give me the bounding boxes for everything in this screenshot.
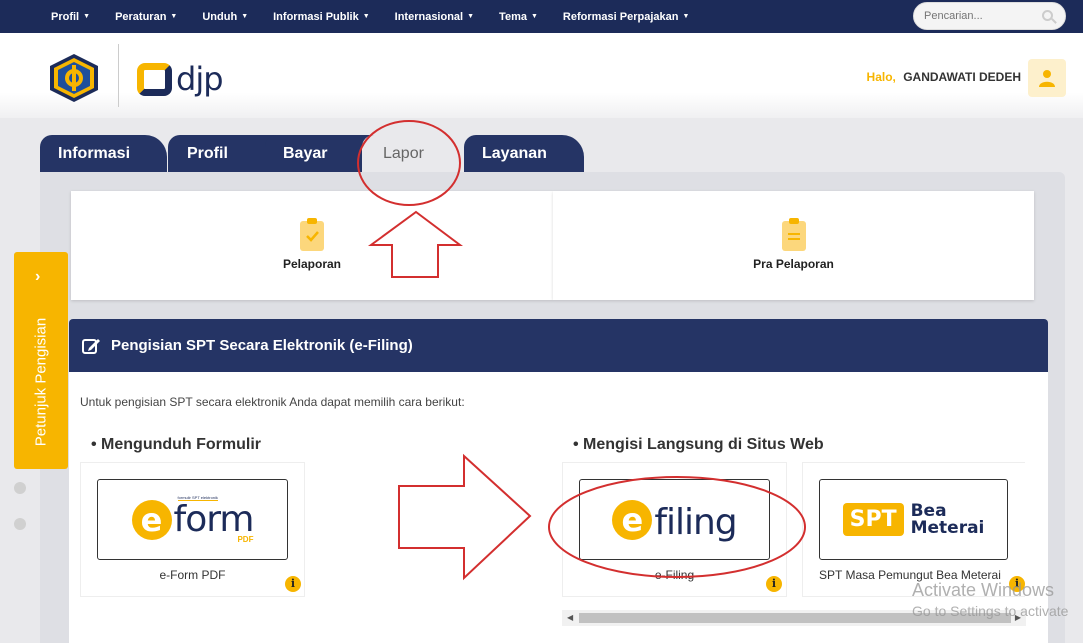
search-box [913,2,1066,30]
clipboard-list-icon [781,217,806,251]
tab-label: Lapor [383,144,424,162]
option-eform[interactable]: e formulir SPT elektronik form PDF e-For… [80,462,305,597]
windows-activation-watermark: Activate Windows Go to Settings to activ… [912,580,1068,619]
petunjuk-pengisian-tab[interactable]: › Petunjuk Pengisian [14,252,68,469]
carousel-dot[interactable] [14,482,26,494]
card-pra-pelaporan[interactable]: Pra Pelaporan [553,191,1034,300]
spt-logo: SPT Bea Meterai [819,479,1008,560]
side-tab-label: Petunjuk Pengisian [32,317,50,447]
card-label: Pelaporan [282,256,342,271]
kemenkeu-emblem-logo[interactable] [48,53,100,103]
nav-item-reformasi-perpajakan[interactable]: Reformasi Perpajakan ▼ [563,11,690,23]
section-body: Untuk pengisian SPT secara elektronik An… [69,372,1048,643]
eform-sub: PDF [237,535,254,544]
caret-down-icon: ▼ [362,13,370,20]
efiling-logo: e filing [579,479,770,560]
nav-label: Unduh [202,10,238,23]
option-spt-clip: SPT Bea Meterai SPT Masa Pemungut Bea Me… [802,462,1025,598]
scroll-left-icon[interactable]: ◀ [567,613,573,622]
spt-chip: SPT [842,503,904,536]
tab-label: Layanan [482,144,547,162]
watermark-line2: Go to Settings to activate [912,603,1069,619]
djp-logo[interactable]: djp [137,59,224,99]
user-icon [1039,70,1055,87]
option-spt-bea-meterai[interactable]: SPT Bea Meterai SPT Masa Pemungut Bea Me… [802,462,1025,597]
search-input[interactable] [924,3,1039,29]
caret-down-icon: ▼ [83,13,91,20]
site-header: djp Halo, GANDAWATI DEDEH [0,33,1083,118]
card-pelaporan[interactable]: Pelaporan [71,191,553,300]
tab-label: Bayar [283,144,328,162]
tab-lapor[interactable]: Lapor [362,135,464,172]
caret-down-icon: ▼ [530,13,538,20]
nav-item-internasional[interactable]: Internasional ▼ [395,11,474,23]
card-label: Pra Pelaporan [753,256,834,271]
efiling-e-mark: e [612,499,653,540]
tab-label: Informasi [58,144,131,162]
eform-logo: e formulir SPT elektronik form PDF [97,479,288,560]
nav-label: Peraturan [115,10,167,23]
top-navbar: Profil ▼ Peraturan ▼ Unduh ▼ Informasi Publ… [0,0,1083,33]
user-greeting: Halo, GANDAWATI DEDEH [867,70,1021,84]
nav-item-unduh[interactable]: Unduh ▼ [202,11,248,23]
caret-down-icon: ▼ [467,13,475,20]
djp-logo-text: djp [176,60,224,98]
bea-line1: Bea [910,500,947,521]
tab-label: Profil [187,144,228,162]
section-intro: Untuk pengisian SPT secara elektronik An… [80,395,465,409]
nav-label: Reformasi Perpajakan [562,10,679,23]
caret-down-icon: ▼ [682,13,690,20]
eform-wordmark: formulir SPT elektronik form PDF [172,495,255,544]
nav-item-profil[interactable]: Profil ▼ [51,11,90,23]
nav-item-informasi-publik[interactable]: Informasi Publik ▼ [273,11,370,23]
section-title: Pengisian SPT Secara Elektronik (e-Filin… [111,337,413,354]
watermark-line1: Activate Windows [912,580,1055,600]
nav-item-tema[interactable]: Tema ▼ [499,11,538,23]
user-name: GANDAWATI DEDEH [903,70,1021,84]
tab-informasi[interactable]: Informasi [40,135,167,172]
eform-caption: e-Form PDF [159,568,226,582]
info-icon[interactable]: i [766,576,782,592]
info-icon[interactable]: i [285,576,301,592]
clipboard-check-icon [300,217,324,251]
nav-label: Tema [499,10,527,23]
tab-layanan[interactable]: Layanan [464,135,584,172]
bea-line2: Meterai [910,517,985,538]
header-divider [118,44,119,107]
efiling-caption: e-Filing [654,568,695,582]
nav-label: Profil [51,10,80,23]
caret-down-icon: ▼ [241,13,249,20]
web-heading: • Mengisi Langsung di Situs Web [573,436,824,453]
chevron-right-icon: › [35,268,41,285]
option-efiling[interactable]: e filing e-Filing i [562,462,787,597]
djp-logo-mark [137,62,172,96]
efiling-word: filing [654,502,737,543]
bea-meterai-text: Bea Meterai [910,500,985,538]
nav-item-peraturan[interactable]: Peraturan ▼ [115,11,177,23]
avatar[interactable] [1028,59,1066,97]
greeting-label: Halo, [866,70,896,84]
section-header: Pengisian SPT Secara Elektronik (e-Filin… [69,319,1048,372]
caret-down-icon: ▼ [170,13,178,20]
carousel-dot[interactable] [14,518,26,530]
edit-icon [82,338,100,354]
nav-label: Internasional [394,10,464,23]
download-heading: • Mengunduh Formulir [91,436,262,453]
nav-label: Informasi Publik [273,10,359,23]
eform-e-mark: e [131,499,172,540]
search-icon[interactable] [1042,10,1053,21]
content-panel: Pelaporan Pra Pelaporan Pengisian SPT Se… [40,172,1065,643]
eform-tagline: formulir SPT elektronik [177,495,218,501]
eform-word: form [173,499,255,540]
top-menu: Profil ▼ Peraturan ▼ Unduh ▼ Informasi Publ… [51,0,714,33]
